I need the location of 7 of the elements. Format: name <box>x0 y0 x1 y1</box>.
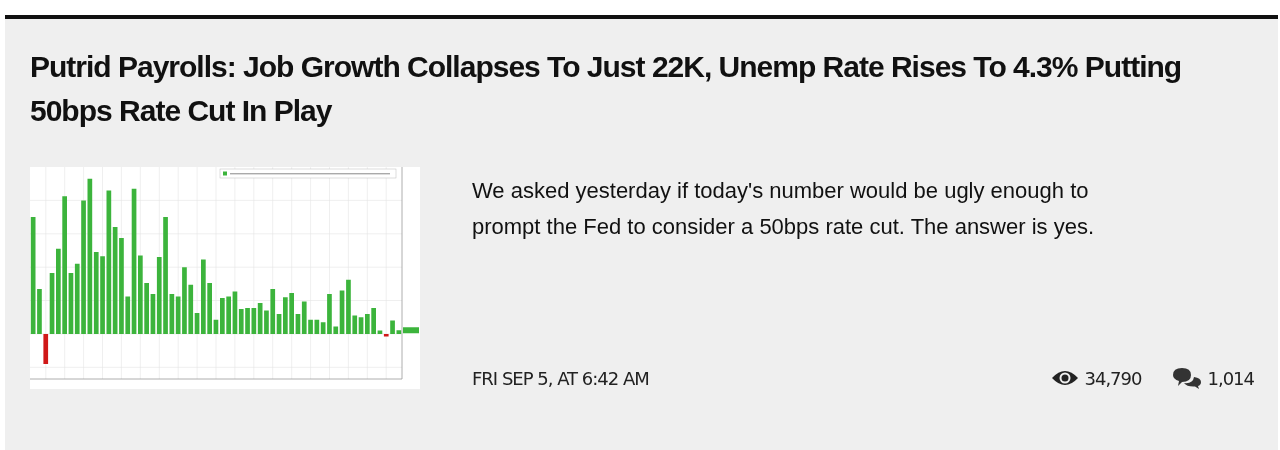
publish-date: FRI SEP 5, AT 6:42 AM <box>472 367 649 389</box>
eye-icon <box>1051 369 1080 387</box>
article-summary: We asked yesterday if today's number would be ugly enough to prompt the Fed to consider a 50bps rate cut. The answer is yes. <box>472 177 1096 241</box>
article-title[interactable]: Putrid Payrolls: Job Growth Collapses To Just 22K, Unemp Rate Rises To 4.3% Putting 50bps Rate Cut In Play <box>30 45 1260 133</box>
view-count: 34,790 <box>1084 367 1142 389</box>
speech-bubbles-icon <box>1172 367 1203 389</box>
comment-count[interactable]: 1,014 <box>1207 367 1254 389</box>
